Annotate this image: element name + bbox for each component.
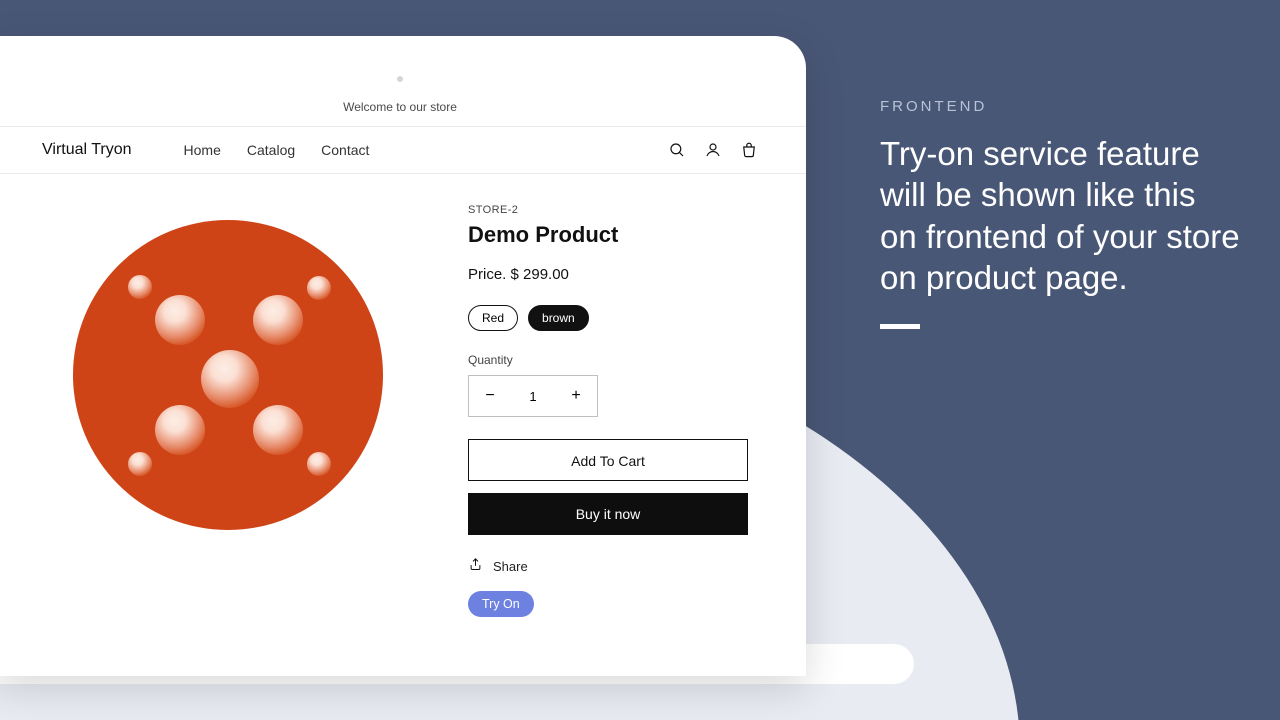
marketing-rule [880,324,920,329]
nav-contact[interactable]: Contact [321,142,369,158]
tryon-button[interactable]: Try On [468,591,534,617]
account-icon[interactable] [704,141,722,159]
quantity-label: Quantity [468,353,782,367]
main-nav: Virtual Tryon Home Catalog Contact [0,126,806,174]
swatch-brown[interactable]: brown [528,305,589,331]
share-label: Share [493,559,528,574]
tablet-mock: Welcome to our store Virtual Tryon Home … [0,36,806,676]
swatch-red[interactable]: Red [468,305,518,331]
announcement-text: Welcome to our store [343,100,457,114]
product-graphic-icon [73,220,383,530]
marketing-headline: Try-on service feature will be shown lik… [880,133,1240,298]
product-title: Demo Product [468,222,782,248]
add-to-cart-button[interactable]: Add To Cart [468,439,748,481]
decrease-button[interactable]: − [469,387,511,405]
share-button[interactable]: Share [468,557,782,575]
product-section: STORE-2 Demo Product Price. $ 299.00 Red… [0,174,806,617]
cart-icon[interactable] [740,141,758,159]
quantity-stepper: − 1 + [468,375,598,417]
camera-dot-icon [397,76,403,82]
product-vendor: STORE-2 [468,204,782,216]
buy-now-button[interactable]: Buy it now [468,493,748,535]
quantity-value: 1 [511,389,555,404]
nav-links: Home Catalog Contact [184,142,370,158]
variant-swatches: Red brown [468,305,782,331]
product-image [18,202,438,617]
increase-button[interactable]: + [555,387,597,405]
marketing-label: FRONTEND [880,98,1240,115]
nav-catalog[interactable]: Catalog [247,142,295,158]
product-price: Price. $ 299.00 [468,266,782,283]
announcement-bar: Welcome to our store [0,36,806,126]
nav-icons [668,141,758,159]
share-icon [468,557,483,575]
nav-home[interactable]: Home [184,142,221,158]
marketing-panel: FRONTEND Try-on service feature will be … [880,98,1240,329]
search-icon[interactable] [668,141,686,159]
brand-name[interactable]: Virtual Tryon [42,141,132,159]
product-info: STORE-2 Demo Product Price. $ 299.00 Red… [468,202,782,617]
